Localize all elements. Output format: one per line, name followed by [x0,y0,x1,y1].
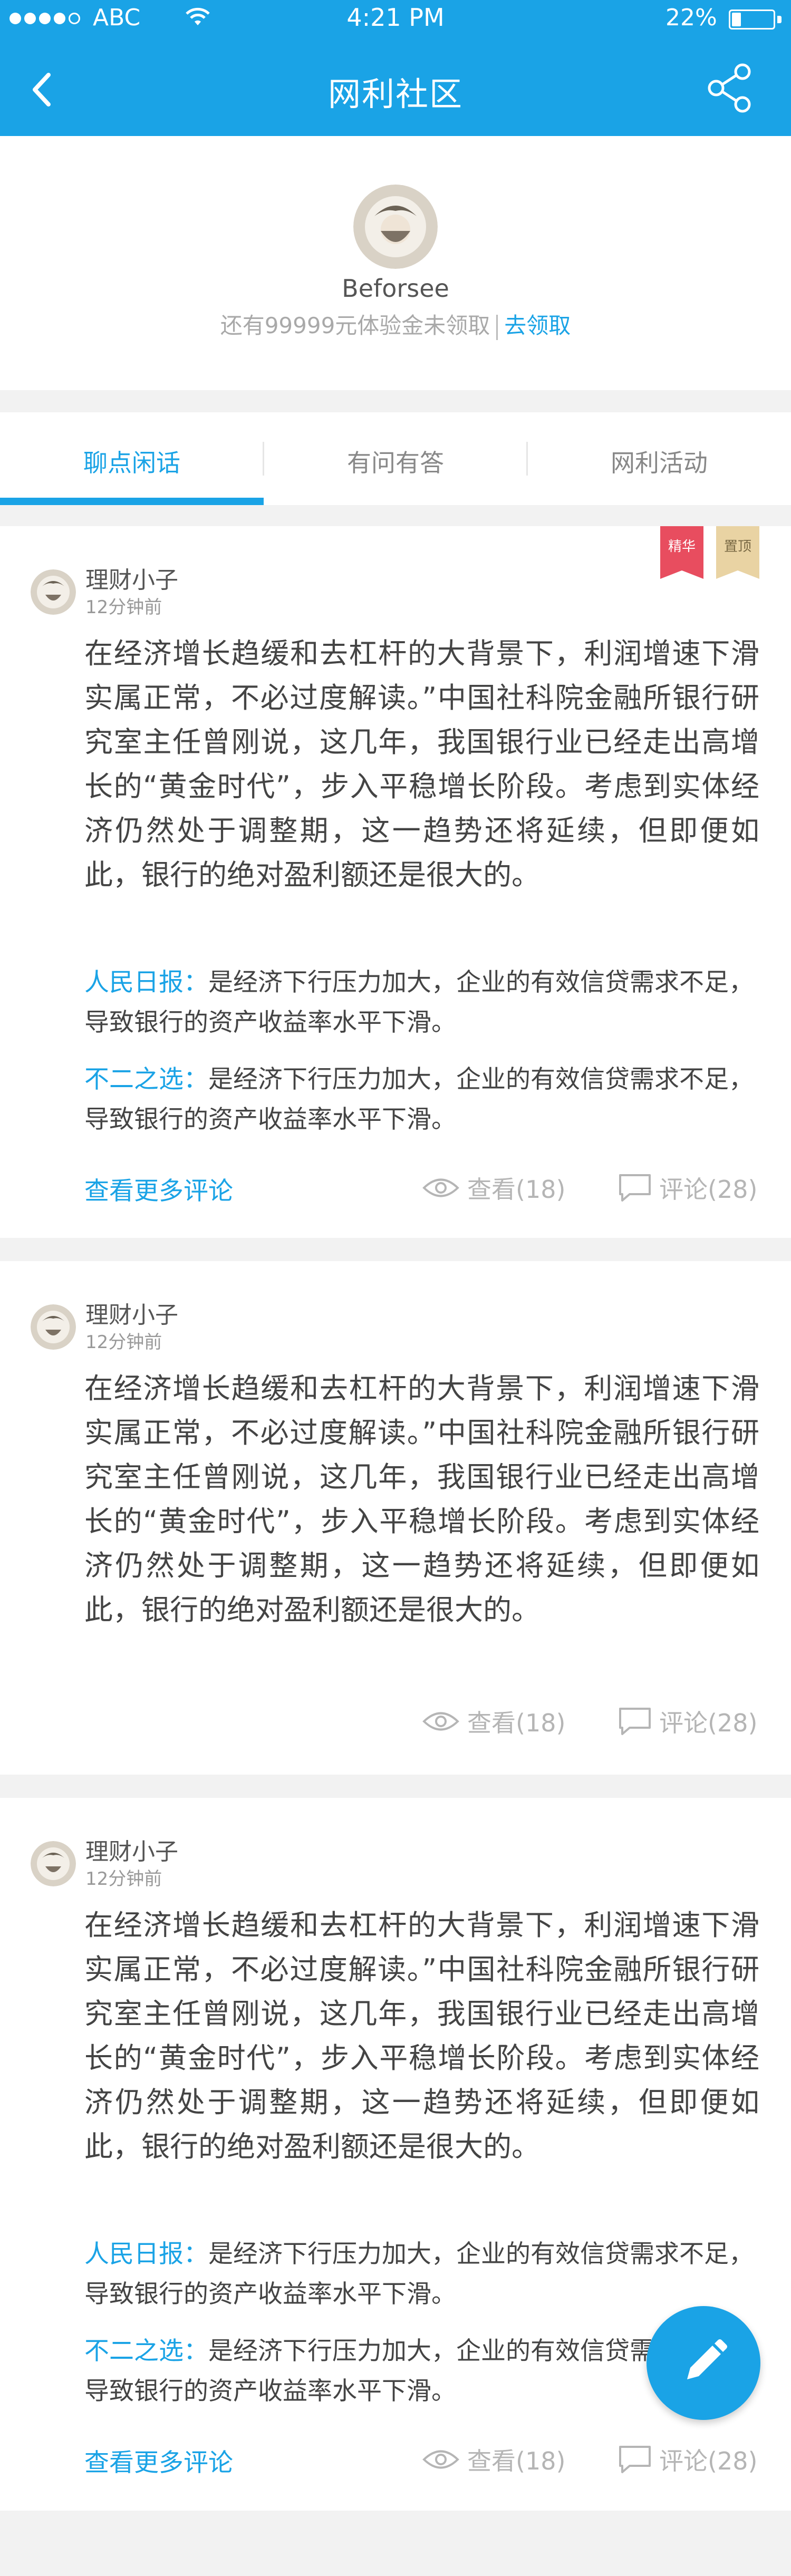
tab-label: 聊点闲话 [83,449,180,477]
avatar[interactable] [353,185,438,269]
author-avatar[interactable] [31,569,76,615]
compose-button[interactable] [647,2306,760,2420]
more-comments-link[interactable]: 查看更多评论 [84,1170,233,1207]
battery-percent: 22% [665,4,717,31]
promo-line: 还有99999元体验金未领取 去领取 [0,308,791,340]
comments-count[interactable]: 评论(28) [618,1704,757,1739]
profile-section: Beforsee 还有99999元体验金未领取 去领取 [0,136,791,390]
tab-divider [526,442,528,476]
comments-label: 评论(28) [659,2447,758,2475]
claim-link[interactable]: 去领取 [504,313,571,338]
pencil-icon [687,2339,727,2379]
comment-item: 人民日报：是经济下行压力加大，企业的有效信贷需求不足，导致银行的资产收益率水平下… [84,2234,759,2314]
post-content: 在经济增长趋缓和去杠杆的大背景下，利润增速下滑实属正常，不必过度解读。”中国社科… [84,1372,759,1626]
eye-icon [422,2450,459,2469]
comment-item: 不二之选：是经济下行压力加大，企业的有效信贷需求不足，导致银行的资产收益率水平下… [84,1060,759,1140]
badge-featured: 精华 [660,526,703,579]
comments-label: 评论(28) [659,1175,758,1204]
post-content: 在经济增长趋缓和去杠杆的大背景下，利润增速下滑实属正常，不必过度解读。”中国社科… [84,1909,759,2163]
eye-icon [422,1178,459,1197]
battery-tip [777,16,782,23]
eye-icon [422,1712,459,1731]
views-count[interactable]: 查看(18) [422,2442,565,2477]
share-icon[interactable] [701,59,759,117]
comments-label: 评论(28) [659,1709,758,1737]
comment-bubble-icon [619,2446,651,2473]
tab-events[interactable]: 网利活动 [527,412,791,505]
comment-author[interactable]: 不二之选： [84,1065,208,1094]
badge-pinned: 置顶 [716,526,759,579]
nav-bar: 网利社区 [0,38,791,136]
views-label: 查看(18) [467,1175,566,1204]
comment-author[interactable]: 人民日报： [84,968,208,997]
comment-author[interactable]: 不二之选： [84,2337,208,2366]
post-time: 12分钟前 [85,597,162,618]
views-count[interactable]: 查看(18) [422,1170,565,1205]
author-avatar[interactable] [31,1304,76,1350]
comment-item: 人民日报：是经济下行压力加大，企业的有效信贷需求不足，导致银行的资产收益率水平下… [84,963,759,1043]
comment-bubble-icon [619,1174,651,1202]
app-header: ABC 4:21 PM 22% 网利社区 [0,0,791,136]
post-card[interactable]: 精华 置顶 理财小子 12分钟前 在经济增长趋缓和去杠杆的大背景下，利润增速下滑… [0,526,791,1238]
promo-text: 还有99999元体验金未领取 [220,313,490,338]
comments-count[interactable]: 评论(28) [618,1170,757,1205]
page-title: 网利社区 [327,75,463,113]
comment-author[interactable]: 人民日报： [84,2240,208,2269]
post-time: 12分钟前 [85,1868,162,1890]
post-content: 在经济增长趋缓和去杠杆的大背景下，利润增速下滑实属正常，不必过度解读。”中国社科… [84,637,759,892]
tab-chat[interactable]: 聊点闲话 [0,412,264,505]
tab-bar: 聊点闲话 有问有答 网利活动 [0,412,791,505]
battery-icon [729,9,775,30]
tab-label: 网利活动 [611,449,708,477]
views-label: 查看(18) [467,2447,566,2475]
comments-count[interactable]: 评论(28) [618,2442,757,2477]
tab-divider [263,442,264,476]
post-card[interactable]: 理财小子 12分钟前 在经济增长趋缓和去杠杆的大背景下，利润增速下滑实属正常，不… [0,1261,791,1775]
views-label: 查看(18) [467,1709,566,1737]
tab-label: 有问有答 [347,449,444,477]
author-name[interactable]: 理财小子 [85,561,178,595]
comment-bubble-icon [619,1708,651,1735]
views-count[interactable]: 查看(18) [422,1704,565,1739]
tab-qa[interactable]: 有问有答 [264,412,527,505]
status-bar: ABC 4:21 PM 22% [0,0,791,38]
author-name[interactable]: 理财小子 [85,1833,178,1866]
promo-divider [496,314,498,340]
tab-active-indicator [0,498,264,505]
more-comments-link[interactable]: 查看更多评论 [84,2442,233,2478]
author-name[interactable]: 理财小子 [85,1296,178,1330]
username: Beforsee [342,274,449,303]
post-time: 12分钟前 [85,1332,162,1353]
battery-fill [732,13,741,26]
author-avatar[interactable] [31,1841,76,1886]
